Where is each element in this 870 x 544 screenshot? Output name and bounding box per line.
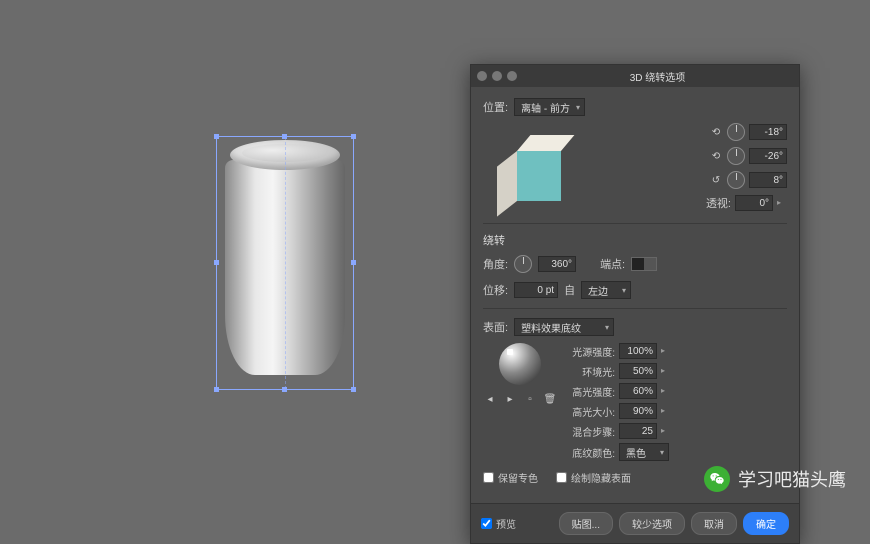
rotate-x-input[interactable]: -18°: [749, 124, 787, 140]
highlight-size-label: 高光大小:: [567, 404, 615, 419]
rotate-z-input[interactable]: 8°: [749, 172, 787, 188]
highlight-size-input[interactable]: 90%: [619, 403, 657, 419]
rotate-y-input[interactable]: -26°: [749, 148, 787, 164]
blend-steps-label: 混合步骤:: [567, 424, 615, 439]
ok-button[interactable]: 确定: [743, 512, 789, 535]
dialog-titlebar[interactable]: 3D 绕转选项: [471, 65, 799, 87]
rotate-x-dial[interactable]: [727, 123, 745, 141]
canvas-3d-object: [220, 140, 350, 385]
chevron-right-icon[interactable]: ▸: [777, 198, 787, 208]
chevron-right-icon[interactable]: ▸: [661, 406, 671, 416]
angle-label: 角度:: [483, 256, 508, 272]
can-lid-shape: [242, 144, 328, 162]
delete-light-icon[interactable]: 🗑: [543, 392, 557, 406]
can-body-shape: [225, 160, 345, 375]
ambient-label: 环境光:: [567, 364, 615, 379]
wechat-icon: [704, 466, 730, 492]
rotate-x-icon: ⟲: [709, 125, 723, 139]
next-light-icon[interactable]: ▸: [503, 392, 517, 406]
chevron-right-icon[interactable]: ▸: [661, 386, 671, 396]
chevron-right-icon[interactable]: ▸: [661, 366, 671, 376]
minimize-icon[interactable]: [492, 71, 502, 81]
close-icon[interactable]: [477, 71, 487, 81]
offset-label: 位移:: [483, 282, 508, 298]
offset-input[interactable]: 0 pt: [514, 282, 558, 298]
offset-from-label: 自: [564, 282, 575, 298]
light-sphere[interactable]: [499, 343, 541, 385]
preview-checkbox[interactable]: 预览: [481, 516, 516, 531]
position-select[interactable]: 离轴 - 前方: [514, 98, 585, 116]
window-controls[interactable]: [477, 71, 517, 81]
new-light-icon[interactable]: ▫: [523, 392, 537, 406]
wechat-watermark: 学习吧猫头鹰: [704, 466, 846, 492]
offset-from-select[interactable]: 左边: [581, 281, 631, 299]
highlight-intensity-input[interactable]: 60%: [619, 383, 657, 399]
surface-type-select[interactable]: 塑料效果底纹: [514, 318, 614, 336]
position-label: 位置:: [483, 99, 508, 115]
watermark-text: 学习吧猫头鹰: [738, 466, 846, 492]
shading-color-select[interactable]: 黑色: [619, 443, 669, 461]
cap-label: 端点:: [600, 256, 625, 272]
perspective-label: 透视:: [706, 195, 731, 211]
ambient-input[interactable]: 50%: [619, 363, 657, 379]
preserve-spot-checkbox[interactable]: 保留专色: [483, 470, 538, 485]
rotate-z-icon: ↺: [709, 173, 723, 187]
zoom-icon[interactable]: [507, 71, 517, 81]
surface-label: 表面:: [483, 319, 508, 335]
rotate-y-icon: ⟲: [709, 149, 723, 163]
rotate-z-dial[interactable]: [727, 171, 745, 189]
dialog-title: 3D 绕转选项: [522, 69, 793, 84]
rotate-y-dial[interactable]: [727, 147, 745, 165]
orientation-cube[interactable]: [483, 123, 573, 213]
chevron-right-icon[interactable]: ▸: [661, 426, 671, 436]
angle-dial[interactable]: [514, 255, 532, 273]
cancel-button[interactable]: 取消: [691, 512, 737, 535]
light-intensity-input[interactable]: 100%: [619, 343, 657, 359]
chevron-right-icon[interactable]: ▸: [661, 346, 671, 356]
revolve-section-title: 绕转: [483, 232, 787, 248]
shading-color-label: 底纹颜色:: [567, 445, 615, 460]
angle-input[interactable]: 360°: [538, 256, 576, 272]
light-intensity-label: 光源强度:: [567, 344, 615, 359]
prev-light-icon[interactable]: ◂: [483, 392, 497, 406]
fewer-options-button[interactable]: 较少选项: [619, 512, 685, 535]
draw-hidden-checkbox[interactable]: 绘制隐藏表面: [556, 470, 631, 485]
cap-toggle[interactable]: [631, 257, 657, 271]
map-art-button[interactable]: 贴图...: [559, 512, 613, 535]
blend-steps-input[interactable]: 25: [619, 423, 657, 439]
highlight-intensity-label: 高光强度:: [567, 384, 615, 399]
perspective-input[interactable]: 0°: [735, 195, 773, 211]
